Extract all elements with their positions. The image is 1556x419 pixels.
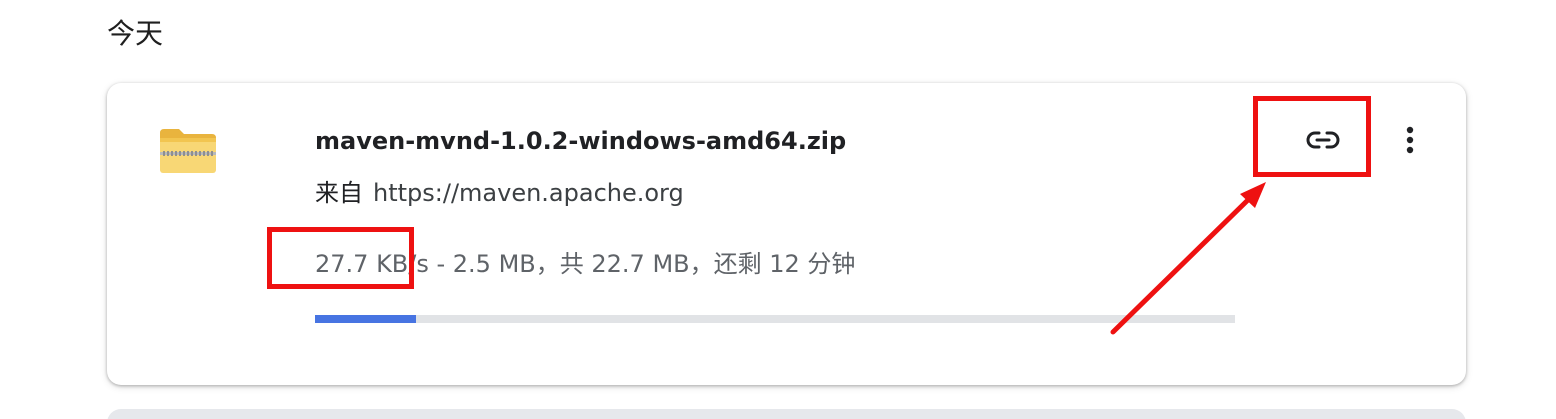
annotation-box-speed — [267, 227, 414, 289]
date-group-heading: 今天 — [107, 17, 164, 50]
source-url: https://maven.apache.org — [373, 179, 684, 207]
annotation-box-link — [1253, 96, 1371, 177]
download-progress-bar — [315, 315, 1235, 323]
source-prefix: 来自 — [315, 179, 363, 207]
zip-folder-icon — [159, 127, 217, 175]
downloads-page: 今天 maven-mvnd-1.0.2-windows-amd64.zip 来自… — [0, 0, 1556, 419]
more-actions-button[interactable] — [1392, 119, 1428, 161]
source-line: 来自 https://maven.apache.org — [315, 177, 684, 209]
file-name-link[interactable]: maven-mvnd-1.0.2-windows-amd64.zip — [315, 125, 846, 157]
progress-fill — [315, 315, 417, 323]
next-download-card — [107, 409, 1466, 419]
more-vert-icon — [1406, 126, 1414, 154]
